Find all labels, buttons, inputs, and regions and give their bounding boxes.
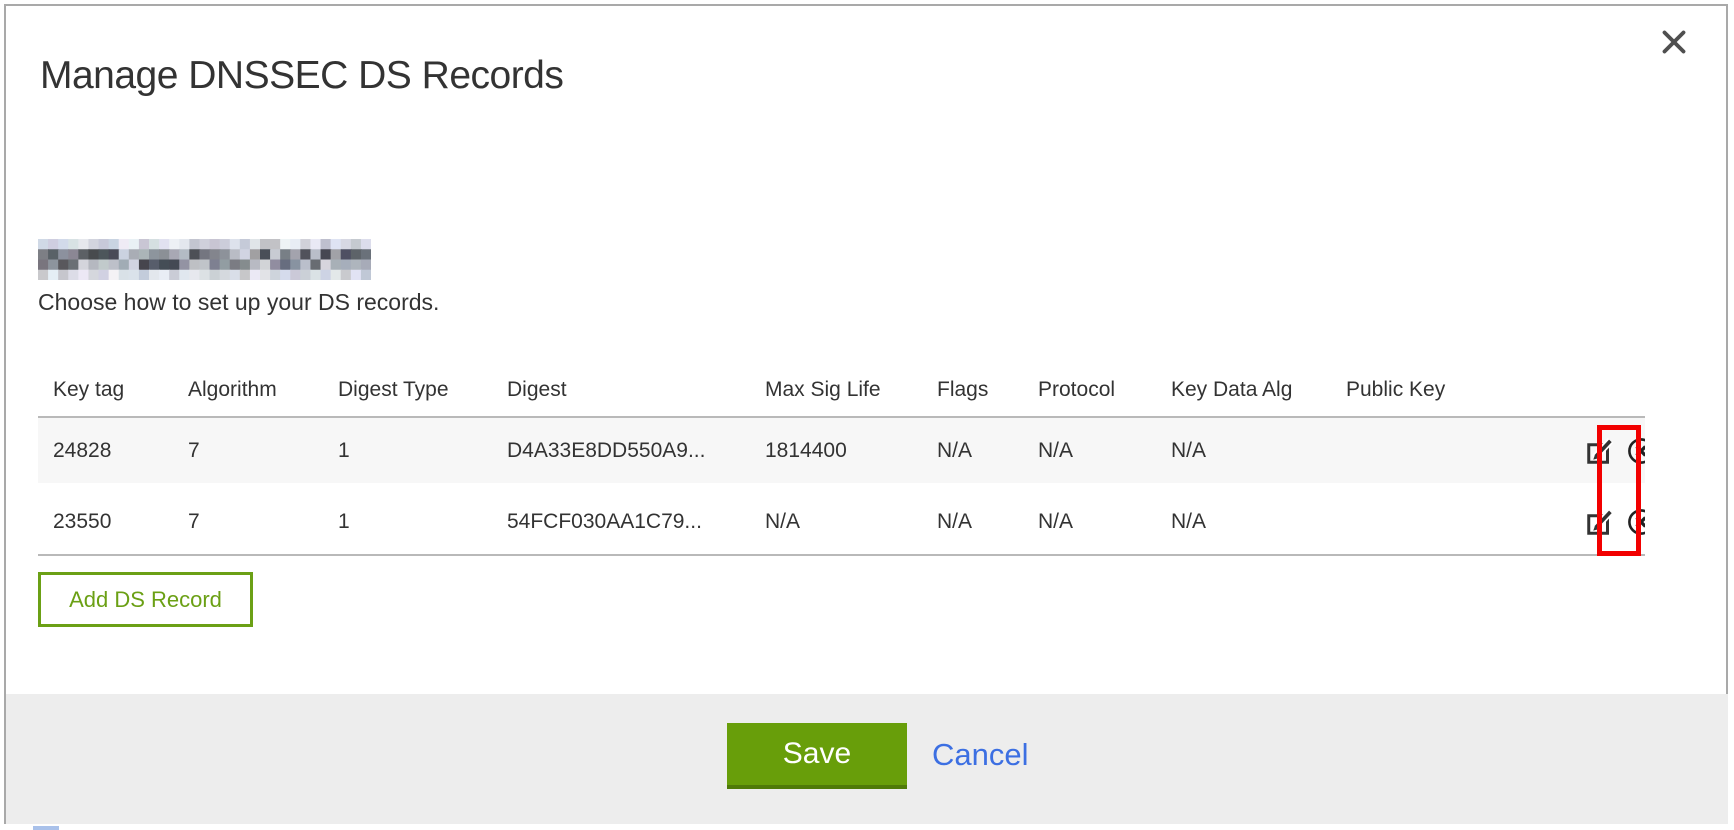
page-title: Manage DNSSEC DS Records xyxy=(40,54,563,98)
redacted-domain-name xyxy=(38,239,371,280)
cell-key-tag: 24828 xyxy=(38,417,173,486)
cell-protocol: N/A xyxy=(1023,486,1156,555)
cell-digest-type: 1 xyxy=(323,486,492,555)
cell-flags: N/A xyxy=(922,417,1023,486)
col-header-flags: Flags xyxy=(922,364,1023,417)
add-ds-record-button[interactable]: Add DS Record xyxy=(38,572,253,627)
table-row: 23550 7 1 54FCF030AA1C79... N/A N/A N/A … xyxy=(38,486,1645,555)
cell-key-data-alg: N/A xyxy=(1156,417,1331,486)
cell-algorithm: 7 xyxy=(173,486,323,555)
ds-records-table: Key tag Algorithm Digest Type Digest Max… xyxy=(38,364,1645,556)
cell-key-tag: 23550 xyxy=(38,486,173,555)
col-header-key-tag: Key tag xyxy=(38,364,173,417)
cell-actions xyxy=(1565,486,1645,555)
background-page-fragment xyxy=(33,826,59,830)
close-button[interactable] xyxy=(1652,22,1696,66)
col-header-algorithm: Algorithm xyxy=(173,364,323,417)
col-header-key-data-alg: Key Data Alg xyxy=(1156,364,1331,417)
cancel-link[interactable]: Cancel xyxy=(932,737,1029,773)
delete-record-button[interactable] xyxy=(1626,436,1645,466)
cell-public-key xyxy=(1331,417,1565,486)
col-header-protocol: Protocol xyxy=(1023,364,1156,417)
col-header-digest: Digest xyxy=(492,364,750,417)
save-button[interactable]: Save xyxy=(727,723,907,789)
col-header-max-sig-life: Max Sig Life xyxy=(750,364,922,417)
edit-icon xyxy=(1585,519,1615,542)
col-header-public-key: Public Key xyxy=(1331,364,1565,417)
edit-record-button[interactable] xyxy=(1585,507,1615,537)
col-header-digest-type: Digest Type xyxy=(323,364,492,417)
table-header-row: Key tag Algorithm Digest Type Digest Max… xyxy=(38,364,1645,417)
edit-record-button[interactable] xyxy=(1585,436,1615,466)
delete-circle-x-icon xyxy=(1626,519,1645,542)
close-icon xyxy=(1659,27,1689,62)
cell-digest: D4A33E8DD550A9... xyxy=(492,417,750,486)
cell-digest-type: 1 xyxy=(323,417,492,486)
col-header-actions xyxy=(1565,364,1645,417)
edit-icon xyxy=(1585,448,1615,471)
delete-record-button[interactable] xyxy=(1626,507,1645,537)
cell-actions xyxy=(1565,417,1645,486)
cell-protocol: N/A xyxy=(1023,417,1156,486)
cell-flags: N/A xyxy=(922,486,1023,555)
cell-max-sig-life: N/A xyxy=(750,486,922,555)
cell-max-sig-life: 1814400 xyxy=(750,417,922,486)
delete-circle-x-icon xyxy=(1626,448,1645,471)
subtitle: Choose how to set up your DS records. xyxy=(38,289,439,316)
cell-digest: 54FCF030AA1C79... xyxy=(492,486,750,555)
cell-key-data-alg: N/A xyxy=(1156,486,1331,555)
table-row: 24828 7 1 D4A33E8DD550A9... 1814400 N/A … xyxy=(38,417,1645,486)
cell-algorithm: 7 xyxy=(173,417,323,486)
cell-public-key xyxy=(1331,486,1565,555)
